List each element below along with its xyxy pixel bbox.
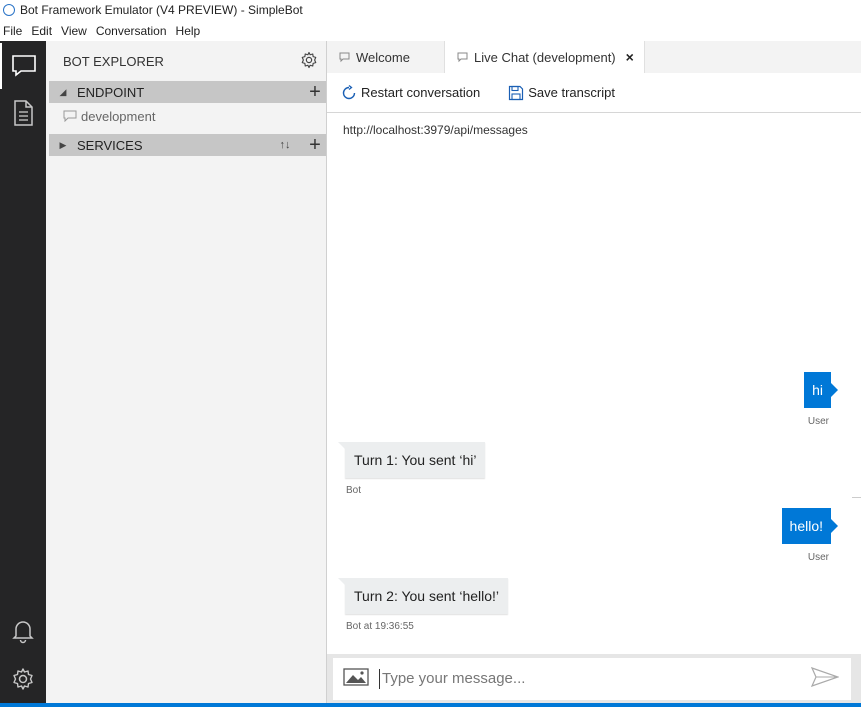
- main-panel: Welcome Live Chat (development) × Restar…: [326, 41, 861, 707]
- settings-gear-icon[interactable]: [300, 51, 318, 72]
- chat-bubble-icon: [457, 52, 468, 62]
- save-icon: [509, 85, 524, 100]
- tab-live-chat[interactable]: Live Chat (development) ×: [445, 41, 645, 73]
- message-timestamp: Bot at 19:36:55: [346, 621, 414, 632]
- title-bar: Bot Framework Emulator (V4 PREVIEW) - Si…: [0, 0, 861, 20]
- menu-view[interactable]: View: [57, 24, 92, 38]
- endpoint-item-label: development: [81, 108, 156, 124]
- restart-conversation-label: Restart conversation: [361, 85, 481, 100]
- chat-icon[interactable]: [0, 43, 46, 89]
- explorer-header: BOT EXPLORER: [46, 41, 326, 81]
- bot-explorer-panel: BOT EXPLORER ◢ ENDPOINT + development ▶ …: [46, 41, 326, 707]
- endpoint-url: http://localhost:3979/api/messages: [343, 123, 528, 137]
- add-service-icon[interactable]: +: [304, 135, 326, 155]
- services-section-label: SERVICES: [77, 137, 143, 153]
- message-sender: User: [807, 552, 829, 563]
- message-input-bar: Type your message...: [327, 654, 861, 707]
- message-sender: Bot: [346, 485, 362, 496]
- gear-icon[interactable]: [0, 656, 46, 702]
- tab-welcome[interactable]: Welcome: [327, 41, 445, 73]
- menu-file[interactable]: File: [0, 24, 27, 38]
- user-message[interactable]: hi: [804, 372, 838, 408]
- restart-conversation-button[interactable]: Restart conversation: [341, 84, 481, 101]
- menu-help[interactable]: Help: [172, 24, 206, 38]
- window-title: Bot Framework Emulator (V4 PREVIEW) - Si…: [20, 3, 303, 17]
- user-message[interactable]: hello!: [781, 508, 839, 544]
- bell-icon[interactable]: [0, 608, 46, 654]
- endpoint-item-development[interactable]: development: [46, 105, 326, 127]
- save-transcript-label: Save transcript: [528, 85, 615, 100]
- endpoint-section-header[interactable]: ◢ ENDPOINT +: [49, 81, 326, 103]
- message-sender: User: [807, 416, 829, 427]
- expanded-triangle-icon: ◢: [59, 86, 67, 97]
- refresh-icon: [342, 84, 356, 99]
- status-accent-line: [0, 703, 861, 707]
- explorer-title: BOT EXPLORER: [63, 53, 164, 69]
- app-logo-icon: [3, 4, 15, 16]
- tab-welcome-label: Welcome: [356, 49, 410, 65]
- add-endpoint-icon[interactable]: +: [304, 82, 326, 102]
- activity-bar: [0, 41, 46, 707]
- menu-edit[interactable]: Edit: [27, 24, 57, 38]
- sort-icon[interactable]: ↑↓: [266, 139, 304, 151]
- save-transcript-button[interactable]: Save transcript: [508, 85, 615, 101]
- message-input[interactable]: Type your message...: [379, 669, 811, 689]
- services-section-header[interactable]: ▶ SERVICES ↑↓ +: [49, 134, 326, 156]
- message-input-box: Type your message...: [333, 658, 851, 700]
- send-icon[interactable]: [810, 666, 840, 692]
- chat-toolbar: Restart conversation Save transcript: [327, 73, 861, 113]
- chat-bubble-icon: [63, 110, 77, 122]
- bot-message[interactable]: Turn 2: You sent ‘hello!’: [337, 578, 509, 614]
- collapsed-triangle-icon: ▶: [59, 139, 67, 150]
- tab-live-chat-label: Live Chat (development): [474, 49, 616, 65]
- upload-image-icon[interactable]: [343, 667, 369, 692]
- divider: [852, 497, 861, 498]
- chat-transcript[interactable]: http://localhost:3979/api/messages hi Us…: [327, 113, 861, 654]
- document-icon[interactable]: [0, 90, 46, 136]
- menu-conversation[interactable]: Conversation: [92, 24, 172, 38]
- bot-message[interactable]: Turn 1: You sent ‘hi’: [337, 442, 486, 478]
- menu-bar: File Edit View Conversation Help: [0, 20, 861, 41]
- close-tab-icon[interactable]: ×: [626, 49, 634, 65]
- endpoint-section-label: ENDPOINT: [77, 84, 145, 100]
- chat-bubble-icon: [339, 52, 350, 62]
- tab-bar: Welcome Live Chat (development) ×: [327, 41, 861, 73]
